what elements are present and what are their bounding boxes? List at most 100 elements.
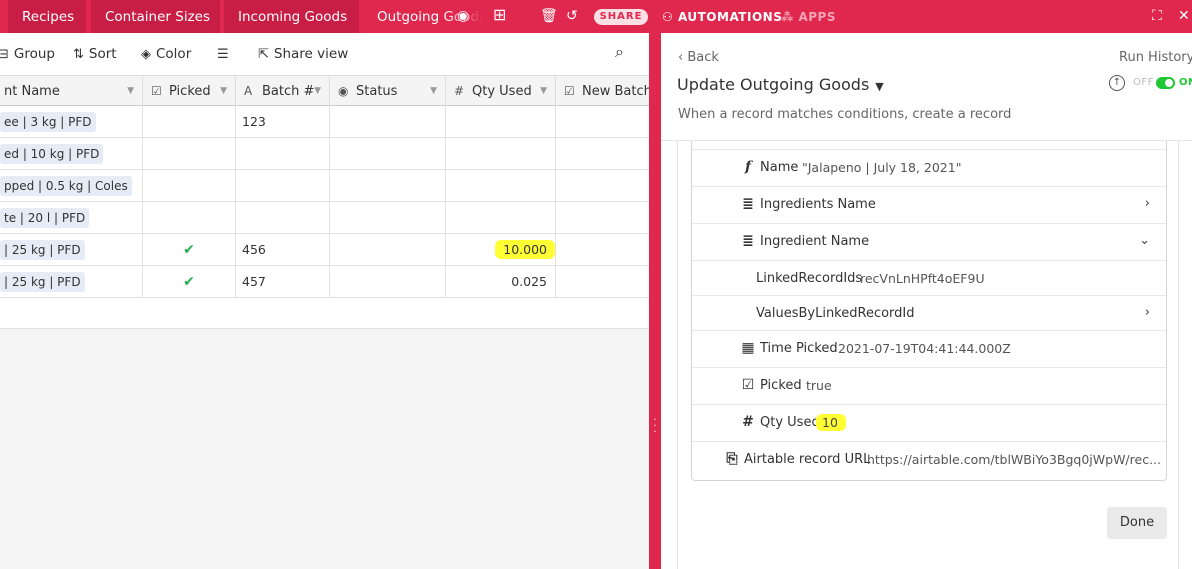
chevron-down-icon[interactable]: ▼	[314, 76, 321, 106]
tab-recipes[interactable]: Recipes	[8, 0, 86, 33]
record-chip[interactable]: | 25 kg | PFD	[0, 240, 85, 260]
field-row-ingredient-name[interactable]: ≣ Ingredient Name ⌄	[692, 224, 1166, 261]
batch-cell[interactable]: 123	[236, 106, 330, 137]
table-row[interactable]: | 25 kg | PFD ✔ 457 0.025	[0, 266, 650, 298]
column-header-new-batch[interactable]: ☑ New Batch N	[556, 76, 650, 106]
ingredient-name-cell[interactable]: | 25 kg | PFD	[0, 234, 143, 265]
table-row[interactable]: te | 20 l | PFD	[0, 202, 650, 234]
search-icon[interactable]: ⌕	[615, 43, 624, 61]
tab-incoming-goods[interactable]: Incoming Goods	[224, 0, 359, 33]
chevron-down-icon[interactable]: ▼	[127, 76, 134, 106]
ingredient-name-cell[interactable]: te | 20 l | PFD	[0, 202, 143, 233]
column-header-qty-used[interactable]: # Qty Used ▼	[446, 76, 556, 106]
batch-cell[interactable]	[236, 138, 330, 169]
history-icon[interactable]: ↺	[566, 8, 578, 24]
record-chip[interactable]: | 25 kg | PFD	[0, 272, 85, 292]
panel-divider[interactable]	[649, 33, 661, 569]
new-batch-cell[interactable]	[556, 266, 650, 297]
field-row-values-by-linked-record-id[interactable]: ValuesByLinkedRecordId ›	[692, 296, 1166, 331]
color-button[interactable]: ◈ Color	[141, 45, 191, 64]
automation-title[interactable]: Update Outgoing Goods ▼	[677, 75, 884, 94]
chevron-down-icon[interactable]: ▼	[430, 76, 437, 106]
panel-scrollbar[interactable]	[1179, 141, 1192, 569]
add-record-row[interactable]	[0, 298, 650, 329]
chevron-right-icon[interactable]: ›	[1145, 305, 1150, 320]
share-view-button[interactable]: ⇱ Share view	[258, 45, 348, 64]
batch-cell[interactable]: 456	[236, 234, 330, 265]
run-history-link[interactable]: Run History ›	[1119, 50, 1192, 65]
tab-container-sizes[interactable]: Container Sizes	[91, 0, 220, 33]
batch-cell[interactable]	[236, 170, 330, 201]
ingredient-name-cell[interactable]: ed | 10 kg | PFD	[0, 138, 143, 169]
automation-title-text: Update Outgoing Goods	[677, 75, 870, 94]
date-icon: ▦	[741, 340, 755, 356]
column-header-batch[interactable]: A Batch # ▼	[236, 76, 330, 106]
new-batch-cell[interactable]	[556, 106, 650, 137]
status-cell[interactable]	[330, 106, 446, 137]
table-row[interactable]: ee | 3 kg | PFD 123	[0, 106, 650, 138]
table-row[interactable]: ed | 10 kg | PFD	[0, 138, 650, 170]
status-cell[interactable]	[330, 138, 446, 169]
row-height-button[interactable]: ☰	[217, 45, 234, 64]
picked-cell[interactable]	[143, 202, 236, 233]
qty-used-cell[interactable]	[446, 170, 556, 201]
column-header-status[interactable]: ◉ Status ▼	[330, 76, 446, 106]
records-grid: nt Name ▼ ☑ Picked ▼ A Batch # ▼ ◉ Status ▼ # Qt…	[0, 75, 650, 569]
record-chip[interactable]: pped | 0.5 kg | Coles	[0, 176, 132, 196]
status-cell[interactable]	[330, 234, 446, 265]
ingredient-name-cell[interactable]: ee | 3 kg | PFD	[0, 106, 143, 137]
new-batch-cell[interactable]	[556, 138, 650, 169]
group-button[interactable]: ⊟ Group	[0, 45, 55, 64]
field-row-ingredients-name[interactable]: ≣ Ingredients Name ›	[692, 187, 1166, 224]
chevron-down-icon[interactable]: ⌄	[1139, 233, 1150, 248]
add-table-icon[interactable]: ⊞	[493, 7, 506, 23]
done-button[interactable]: Done	[1107, 507, 1167, 539]
ingredient-name-cell[interactable]: pped | 0.5 kg | Coles	[0, 170, 143, 201]
qty-used-cell[interactable]	[446, 106, 556, 137]
new-batch-cell[interactable]	[556, 202, 650, 233]
automation-toggle[interactable]	[1156, 77, 1175, 89]
chevron-down-icon[interactable]: ▼	[540, 76, 547, 106]
status-cell[interactable]	[330, 170, 446, 201]
record-chip[interactable]: te | 20 l | PFD	[0, 208, 90, 228]
picked-cell[interactable]: ✔	[143, 266, 236, 297]
close-icon[interactable]: ✕	[1178, 8, 1190, 24]
table-row[interactable]: | 25 kg | PFD ✔ 456 10.000	[0, 234, 650, 266]
expand-icon[interactable]: ⛶	[1152, 8, 1162, 24]
trash-icon[interactable]: 🗑	[540, 8, 558, 24]
tab-menu-icon[interactable]: ◉	[457, 8, 469, 24]
group-icon: ⊟	[0, 47, 9, 62]
picked-cell[interactable]	[143, 106, 236, 137]
table-row[interactable]: pped | 0.5 kg | Coles	[0, 170, 650, 202]
caret-down-icon[interactable]: ▼	[875, 80, 883, 93]
record-chip[interactable]: ee | 3 kg | PFD	[0, 112, 96, 132]
back-link[interactable]: ‹ Back	[678, 50, 719, 65]
chevron-right-icon[interactable]: ›	[1145, 196, 1150, 211]
upload-icon[interactable]: ↑	[1109, 75, 1125, 91]
field-row-airtable-record-url: ⎘ Airtable record URL https://airtable.c…	[692, 442, 1166, 479]
batch-cell[interactable]	[236, 202, 330, 233]
chevron-down-icon[interactable]: ▼	[220, 76, 227, 106]
column-header-picked[interactable]: ☑ Picked ▼	[143, 76, 236, 106]
qty-used-cell[interactable]	[446, 202, 556, 233]
qty-used-cell[interactable]	[446, 138, 556, 169]
record-chip[interactable]: ed | 10 kg | PFD	[0, 144, 104, 164]
new-batch-cell[interactable]	[556, 170, 650, 201]
new-batch-cell[interactable]	[556, 234, 650, 265]
sort-button[interactable]: ⇅ Sort	[73, 45, 117, 64]
status-cell[interactable]	[330, 202, 446, 233]
qty-used-cell[interactable]: 10.000	[446, 234, 556, 265]
record-fields-card: f Name "Jalapeno | July 18, 2021" ≣ Ingr…	[691, 141, 1167, 481]
column-header-ingredient-name[interactable]: nt Name ▼	[0, 76, 143, 106]
status-cell[interactable]	[330, 266, 446, 297]
picked-cell[interactable]	[143, 170, 236, 201]
automations-button[interactable]: ⚇ AUTOMATIONS	[662, 9, 782, 25]
ingredient-name-cell[interactable]: | 25 kg | PFD	[0, 266, 143, 297]
apps-button[interactable]: ⁂ APPS	[781, 9, 836, 25]
share-button[interactable]: SHARE	[594, 9, 648, 25]
picked-cell[interactable]: ✔	[143, 234, 236, 265]
batch-cell[interactable]: 457	[236, 266, 330, 297]
picked-cell[interactable]	[143, 138, 236, 169]
qty-used-cell[interactable]: 0.025	[446, 266, 556, 297]
drag-handle-icon[interactable]: · · ·	[653, 416, 657, 438]
